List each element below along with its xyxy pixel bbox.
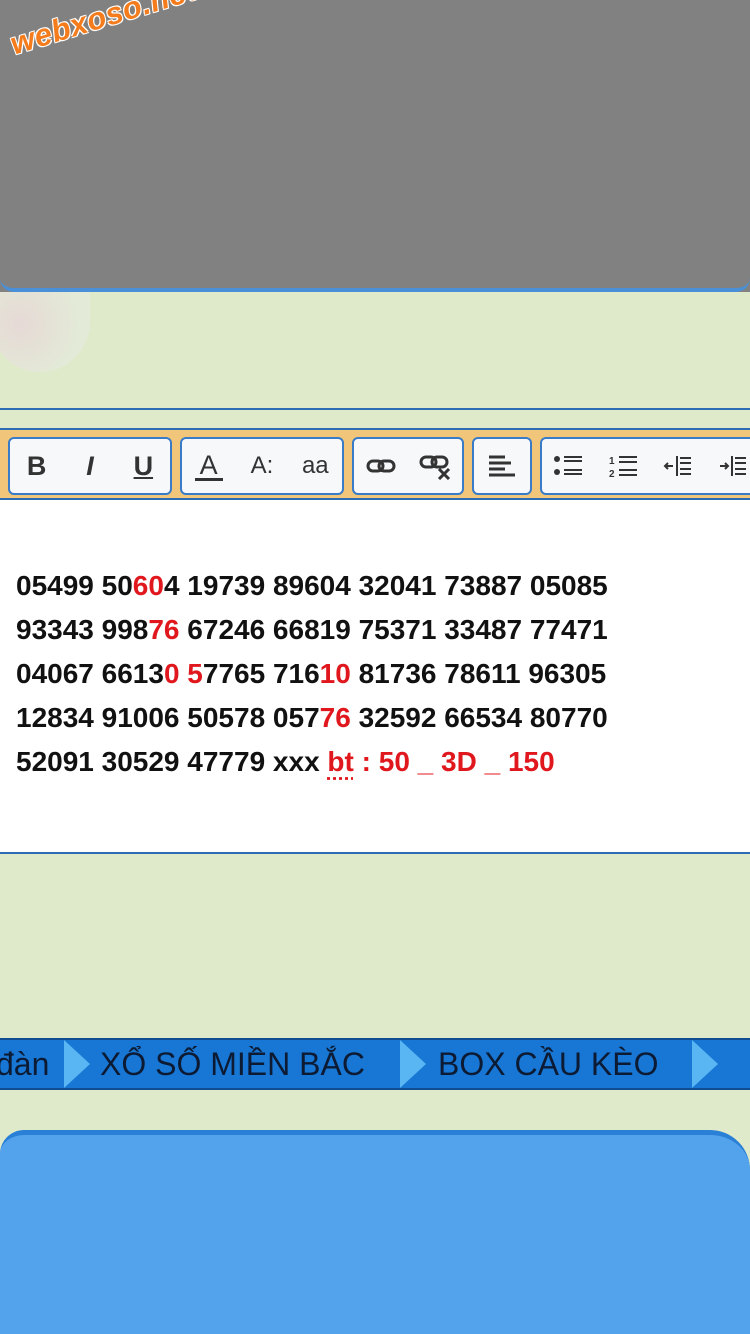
number-text: 81736 78611 96305 — [350, 658, 607, 689]
font-size-icon: A: — [250, 452, 274, 479]
post-line: 93343 99876 67246 66819 75371 33487 7747… — [16, 608, 608, 652]
bullet-list-button[interactable] — [546, 444, 590, 488]
category-nav: đàn XỔ SỐ MIỀN BẮC BOX CẦU KÈO — [0, 1038, 750, 1090]
font-color-button[interactable]: A — [187, 444, 231, 488]
number-text: 4 19739 89604 32041 73887 05085 — [163, 570, 608, 601]
link-button[interactable] — [359, 444, 403, 488]
avatar — [0, 292, 90, 372]
post-line: 12834 91006 50578 05776 32592 66534 8077… — [16, 696, 608, 740]
outdent-icon — [663, 456, 692, 476]
font-size-button[interactable]: A: — [240, 444, 284, 488]
post-line: 05499 50604 19739 89604 32041 73887 0508… — [16, 564, 608, 608]
align-left-icon — [489, 455, 515, 477]
align-left-button[interactable] — [480, 444, 524, 488]
numbered-list-button[interactable]: 12 — [601, 444, 645, 488]
number-text: 7765 716 — [202, 658, 320, 689]
font-color-icon: A — [194, 451, 223, 481]
highlighted-number: 60 — [132, 570, 164, 601]
underline-button[interactable]: U — [121, 444, 165, 488]
italic-icon: I — [86, 450, 94, 481]
post-line: 04067 66130 57765 71610 81736 78611 9630… — [16, 652, 608, 696]
list-group: 12 — [540, 437, 750, 495]
numbered-list-icon: 12 — [609, 456, 637, 478]
svg-text:1: 1 — [609, 456, 615, 467]
number-text: 67246 66819 75371 33487 77471 — [179, 614, 608, 645]
chevron-right-icon — [692, 1040, 718, 1088]
nav-item-box-cau-keo[interactable]: BOX CẦU KÈO — [438, 1040, 659, 1088]
align-group — [472, 437, 532, 495]
link-icon — [366, 459, 396, 473]
nav-item-partial[interactable]: đàn — [0, 1040, 49, 1088]
blurred-footer-area — [0, 1130, 750, 1334]
italic-button[interactable]: I — [68, 444, 112, 488]
number-text: 04067 6613 — [16, 658, 164, 689]
highlighted-number: 5 — [187, 658, 203, 689]
unlink-icon — [419, 455, 451, 480]
unlink-button[interactable] — [413, 444, 457, 488]
number-text: 12834 91006 50578 057 — [16, 702, 320, 733]
highlighted-number: 10 — [319, 658, 351, 689]
blurred-header-area — [0, 0, 750, 292]
editor-toolbar: B I U A A: aa 12 — [0, 428, 750, 500]
font-family-button[interactable]: aa — [293, 444, 337, 488]
number-text: 05499 50 — [16, 570, 133, 601]
highlighted-number: 0 — [163, 658, 180, 689]
bullet-list-icon — [554, 456, 582, 475]
highlighted-number: : 50 _ 3D _ 150 — [353, 746, 555, 777]
number-text: 93343 998 — [16, 614, 149, 645]
number-text: 32592 66534 80770 — [350, 702, 608, 733]
number-text: 52091 30529 47779 xxx — [16, 746, 328, 777]
font-family-icon: aa — [301, 452, 329, 479]
chevron-right-icon — [400, 1040, 426, 1088]
font-group: A A: aa — [180, 437, 344, 495]
svg-text:2: 2 — [609, 469, 615, 478]
chevron-right-icon — [64, 1040, 90, 1088]
bold-button[interactable]: B — [15, 444, 59, 488]
underline-icon: U — [133, 450, 154, 481]
divider — [0, 408, 750, 410]
editor-content-area[interactable]: 05499 50604 19739 89604 32041 73887 0508… — [0, 500, 750, 854]
bt-label: bt — [327, 746, 354, 777]
post-text: 05499 50604 19739 89604 32041 73887 0508… — [16, 564, 608, 784]
post-line: 52091 30529 47779 xxx bt : 50 _ 3D _ 150 — [16, 740, 608, 784]
format-group: B I U — [8, 437, 172, 495]
highlighted-number: 76 — [148, 614, 180, 645]
nav-item-xo-so-mien-bac[interactable]: XỔ SỐ MIỀN BẮC — [100, 1040, 365, 1088]
indent-icon — [719, 456, 746, 476]
highlighted-number: 76 — [319, 702, 351, 733]
outdent-button[interactable] — [655, 444, 699, 488]
bold-icon: B — [26, 450, 47, 481]
header-edge — [0, 278, 750, 292]
indent-button[interactable] — [710, 444, 750, 488]
link-group — [352, 437, 464, 495]
